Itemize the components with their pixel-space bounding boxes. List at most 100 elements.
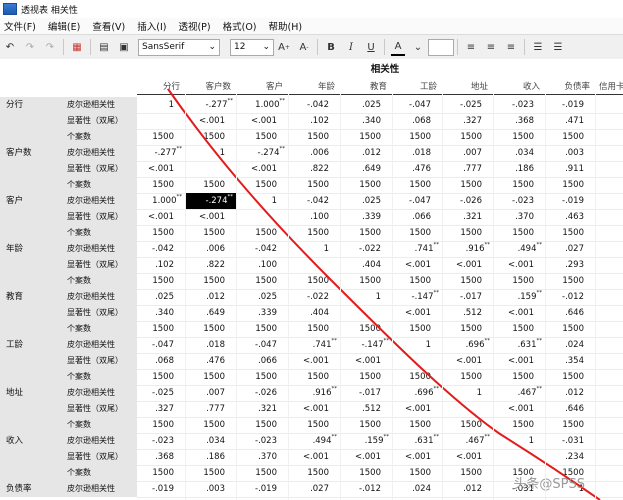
table-cell[interactable]: 1500 — [392, 177, 442, 193]
table-cell[interactable]: -.025 — [137, 385, 185, 401]
table-cell[interactable]: 1500 — [545, 273, 595, 289]
table-cell[interactable]: .741** — [288, 337, 340, 353]
table-cell[interactable]: 1500 — [137, 225, 185, 241]
font-shrink-icon[interactable]: A- — [297, 39, 311, 55]
table-cell[interactable]: <.001 — [288, 401, 340, 417]
row-label[interactable] — [0, 465, 62, 481]
table-cell[interactable]: 1500 — [392, 129, 442, 145]
table-cell[interactable]: -.017 — [340, 385, 392, 401]
table-cell[interactable]: 1500 — [442, 321, 493, 337]
table-cell[interactable]: 1500 — [236, 177, 288, 193]
menu-file[interactable]: 文件(F) — [0, 19, 44, 33]
row-label[interactable] — [0, 177, 62, 193]
table-cell[interactable]: <.001 — [493, 305, 545, 321]
table-cell[interactable]: .916** — [288, 385, 340, 401]
table-cell[interactable]: -.023 — [236, 433, 288, 449]
table-cell[interactable]: 1500 — [442, 369, 493, 385]
table-cell[interactable]: <.001 — [288, 353, 340, 369]
table-cell[interactable]: .012 — [185, 289, 236, 305]
table-cell[interactable]: -.274** — [185, 193, 236, 209]
table-cell[interactable]: <.001 — [236, 113, 288, 129]
table-cell[interactable]: .777 — [442, 161, 493, 177]
menu-edit[interactable]: 编辑(E) — [44, 19, 88, 33]
table-cell[interactable]: 1500 — [185, 177, 236, 193]
table-cell[interactable]: .100 — [288, 209, 340, 225]
chevron-down-icon[interactable]: ⌄ — [411, 39, 425, 55]
column-header[interactable]: 负债率 — [545, 80, 595, 94]
table-cell[interactable]: .494** — [493, 241, 545, 257]
table-cell[interactable]: 1500 — [340, 417, 392, 433]
table-cell[interactable]: .741** — [392, 241, 442, 257]
table-cell[interactable]: .025 — [236, 289, 288, 305]
table-cell[interactable]: .463 — [545, 209, 595, 225]
redo-icon[interactable]: ↷ — [23, 39, 37, 55]
table-cell[interactable]: <.001 — [137, 161, 185, 177]
table-cell[interactable]: .476 — [392, 161, 442, 177]
column-header[interactable]: 分行 — [137, 80, 185, 94]
align-bottom-icon[interactable]: ☰ — [551, 39, 565, 55]
table-cell[interactable]: 1500 — [185, 225, 236, 241]
table-cell[interactable]: 1500 — [137, 369, 185, 385]
table-cell[interactable]: .006 — [288, 145, 340, 161]
table-cell[interactable] — [236, 209, 288, 225]
table-cell[interactable]: <.001 — [493, 257, 545, 273]
stat-label[interactable]: 个案数 — [62, 273, 137, 289]
align-right-icon[interactable]: ≡ — [504, 39, 518, 55]
table-cell[interactable]: 1500 — [392, 369, 442, 385]
table-cell[interactable]: -.047 — [137, 337, 185, 353]
table-cell[interactable]: .911 — [545, 161, 595, 177]
stat-label[interactable]: 皮尔逊相关性 — [62, 337, 137, 353]
table-cell[interactable]: -.025 — [442, 97, 493, 113]
table-cell[interactable]: -.047 — [392, 193, 442, 209]
table-cell[interactable]: 1500 — [442, 465, 493, 481]
table-cell[interactable]: 1500 — [493, 129, 545, 145]
table-cell[interactable]: -.277** — [137, 145, 185, 161]
table-cell[interactable]: .631** — [392, 433, 442, 449]
table-cell[interactable]: .327 — [442, 113, 493, 129]
table-cell[interactable]: <.001 — [493, 401, 545, 417]
table-cell[interactable]: 1500 — [340, 273, 392, 289]
table-cell[interactable]: -.042 — [288, 193, 340, 209]
pivot-icon[interactable]: ▦ — [70, 39, 84, 55]
table-cell[interactable]: <.001 — [442, 353, 493, 369]
table-cell[interactable]: <.001 — [185, 113, 236, 129]
stat-label[interactable]: 个案数 — [62, 369, 137, 385]
table-cell[interactable]: 1500 — [185, 465, 236, 481]
table-cell[interactable]: .646 — [545, 401, 595, 417]
table-cell[interactable] — [392, 353, 442, 369]
stat-label[interactable]: 显著性（双尾） — [62, 161, 137, 177]
menu-view[interactable]: 查看(V) — [88, 19, 133, 33]
table-cell[interactable]: 1500 — [185, 417, 236, 433]
table-cell[interactable]: .471 — [545, 113, 595, 129]
table-cell[interactable]: 1500 — [236, 465, 288, 481]
table-cell[interactable]: .293 — [545, 257, 595, 273]
align-left-icon[interactable]: ≡ — [464, 39, 478, 55]
row-label[interactable]: 负债率 — [0, 481, 62, 497]
table-cell[interactable]: .649 — [185, 305, 236, 321]
table-cell[interactable]: 1500 — [493, 417, 545, 433]
row-label[interactable] — [0, 257, 62, 273]
menu-pivot[interactable]: 透视(P) — [174, 19, 218, 33]
font-family-select[interactable]: SansSerif ⌄ — [138, 38, 220, 56]
row-label[interactable]: 年龄 — [0, 241, 62, 257]
table-cell[interactable]: 1.000** — [137, 193, 185, 209]
table-cell[interactable]: -.026 — [442, 193, 493, 209]
stat-label[interactable]: 显著性（双尾） — [62, 353, 137, 369]
table-cell[interactable]: <.001 — [340, 449, 392, 465]
table-cell[interactable]: .012 — [545, 385, 595, 401]
table-cell[interactable]: <.001 — [392, 401, 442, 417]
table-cell[interactable]: 1.000** — [236, 97, 288, 113]
stat-label[interactable]: 个案数 — [62, 129, 137, 145]
table-cell[interactable]: 1500 — [340, 225, 392, 241]
row-label[interactable] — [0, 161, 62, 177]
stat-label[interactable]: 皮尔逊相关性 — [62, 433, 137, 449]
table-cell[interactable]: 1500 — [442, 129, 493, 145]
table-cell[interactable]: .186 — [185, 449, 236, 465]
table-cell[interactable]: -.012 — [545, 289, 595, 305]
table-cell[interactable]: 1500 — [236, 321, 288, 337]
table-cell[interactable]: .370 — [236, 449, 288, 465]
stat-label[interactable]: 皮尔逊相关性 — [62, 97, 137, 113]
table-cell[interactable]: .646 — [545, 305, 595, 321]
table-cell[interactable]: 1 — [442, 385, 493, 401]
table-cell[interactable]: .368 — [137, 449, 185, 465]
